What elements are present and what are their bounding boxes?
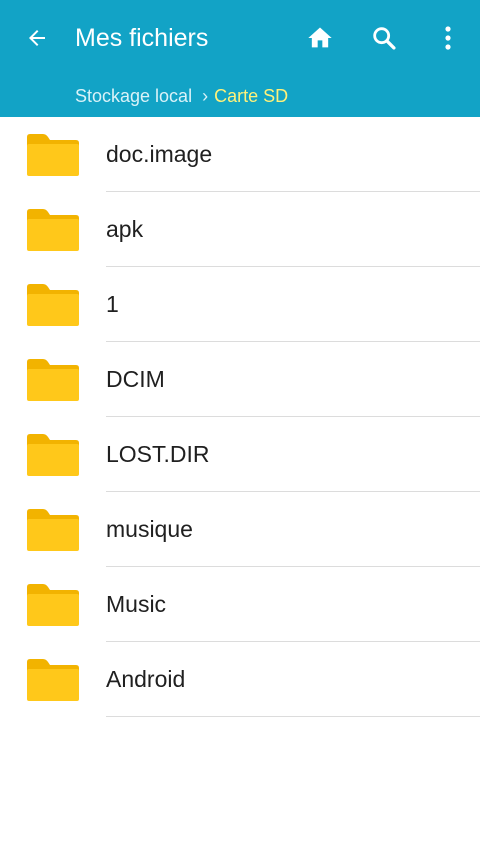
- search-icon: [373, 27, 396, 50]
- folder-icon: [27, 284, 79, 326]
- folder-name: LOST.DIR: [106, 441, 210, 467]
- folder-name: DCIM: [106, 366, 165, 392]
- chevron-right-icon: ›: [202, 85, 209, 106]
- folder-row[interactable]: DCIM: [0, 342, 480, 417]
- search-button[interactable]: [360, 14, 408, 62]
- toolbar: Mes fichiers: [0, 0, 480, 76]
- folder-name: Android: [106, 666, 186, 692]
- folder-icon: [27, 434, 79, 476]
- file-list: doc.image apk 1 DCIM LOST.DIR musique Mu…: [0, 117, 480, 717]
- folder-icon: [27, 659, 79, 701]
- more-vertical-icon: [445, 26, 451, 50]
- page-title: Mes fichiers: [75, 24, 209, 52]
- home-button[interactable]: [296, 14, 344, 62]
- arrow-left-icon: [29, 30, 45, 46]
- folder-row[interactable]: 1: [0, 267, 480, 342]
- folder-row[interactable]: Music: [0, 567, 480, 642]
- breadcrumb: Stockage local › Carte SD: [75, 83, 288, 109]
- row-divider: [106, 716, 480, 717]
- breadcrumb-current[interactable]: Carte SD: [214, 86, 288, 107]
- back-button[interactable]: [13, 14, 61, 62]
- folder-name: apk: [106, 216, 144, 242]
- folder-row[interactable]: musique: [0, 492, 480, 567]
- folder-icon: [27, 359, 79, 401]
- folder-row[interactable]: LOST.DIR: [0, 417, 480, 492]
- more-options-button[interactable]: [424, 14, 472, 62]
- folder-row[interactable]: Android: [0, 642, 480, 717]
- folder-name: musique: [106, 516, 193, 542]
- folder-icon: [27, 584, 79, 626]
- folder-icon: [27, 509, 79, 551]
- folder-row[interactable]: doc.image: [0, 117, 480, 192]
- app-bar: Mes fichiers Stockage local › Carte SD: [0, 0, 480, 117]
- file-manager-screen: Mes fichiers Stockage local › Carte SD d…: [0, 0, 480, 854]
- folder-name: Music: [106, 591, 167, 617]
- folder-icon: [27, 134, 79, 176]
- folder-name: doc.image: [106, 141, 213, 167]
- folder-icon: [27, 209, 79, 251]
- folder-name: 1: [106, 291, 119, 317]
- home-icon: [308, 27, 332, 48]
- breadcrumb-parent[interactable]: Stockage local: [75, 86, 192, 107]
- folder-row[interactable]: apk: [0, 192, 480, 267]
